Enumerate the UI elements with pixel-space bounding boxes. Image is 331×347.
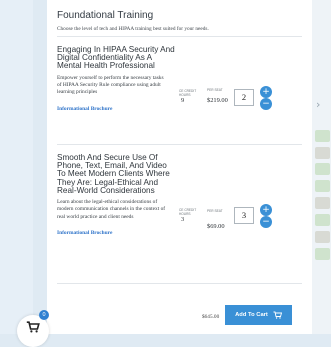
- course-title: Engaging In HIPAA Security And Digital C…: [57, 45, 175, 71]
- section-title: Foundational Training: [57, 10, 154, 21]
- thumbnail[interactable]: [315, 180, 330, 192]
- section-subtitle: Choose the level of tech and HIPAA train…: [57, 26, 209, 32]
- divider: [57, 36, 302, 37]
- cart-icon: [26, 321, 40, 333]
- thumbnail[interactable]: [315, 197, 330, 209]
- credit-value: 3: [181, 216, 185, 223]
- price-label: PER SEAT: [207, 88, 223, 92]
- thumbnail[interactable]: [315, 214, 330, 226]
- course-title: Smooth And Secure Use Of Phone, Text, Em…: [57, 153, 170, 195]
- credit-value: 9: [181, 97, 185, 104]
- add-to-cart-button[interactable]: Add To Cart: [225, 305, 292, 325]
- minus-icon[interactable]: −: [260, 216, 272, 228]
- minus-icon[interactable]: −: [260, 98, 272, 110]
- course-card: Smooth And Secure Use Of Phone, Text, Em…: [57, 153, 302, 236]
- cart-icon: [273, 311, 282, 319]
- add-to-cart-label: Add To Cart: [235, 312, 268, 318]
- plus-icon[interactable]: +: [260, 86, 272, 98]
- price: $219.00: [207, 97, 228, 104]
- cart-total: $645.00: [202, 314, 220, 320]
- cart-badge: 0: [39, 310, 49, 320]
- right-sidebar: ›: [311, 0, 331, 334]
- plus-icon[interactable]: +: [260, 204, 272, 216]
- price: $69.00: [207, 223, 225, 230]
- thumbnail[interactable]: [315, 231, 330, 243]
- chevron-right-icon[interactable]: ›: [316, 98, 320, 111]
- training-panel: Foundational Training Choose the level o…: [47, 0, 312, 334]
- quantity-input[interactable]: 2: [234, 89, 254, 106]
- thumbnail[interactable]: [315, 163, 330, 175]
- course-card: Engaging In HIPAA Security And Digital C…: [57, 45, 302, 112]
- thumbnail[interactable]: [315, 147, 330, 159]
- thumbnail[interactable]: [315, 248, 330, 260]
- thumbnail[interactable]: [315, 130, 330, 142]
- divider: [57, 283, 302, 284]
- course-description: Empower yourself to perform the necessar…: [57, 74, 164, 96]
- price-label: PER SEAT: [207, 209, 223, 213]
- left-background: [0, 0, 33, 334]
- divider: [57, 144, 302, 145]
- course-description: Learn about the legal-ethical considerat…: [57, 199, 166, 220]
- quantity-input[interactable]: 3: [234, 207, 254, 224]
- brochure-link[interactable]: Informational Brochure: [57, 230, 302, 236]
